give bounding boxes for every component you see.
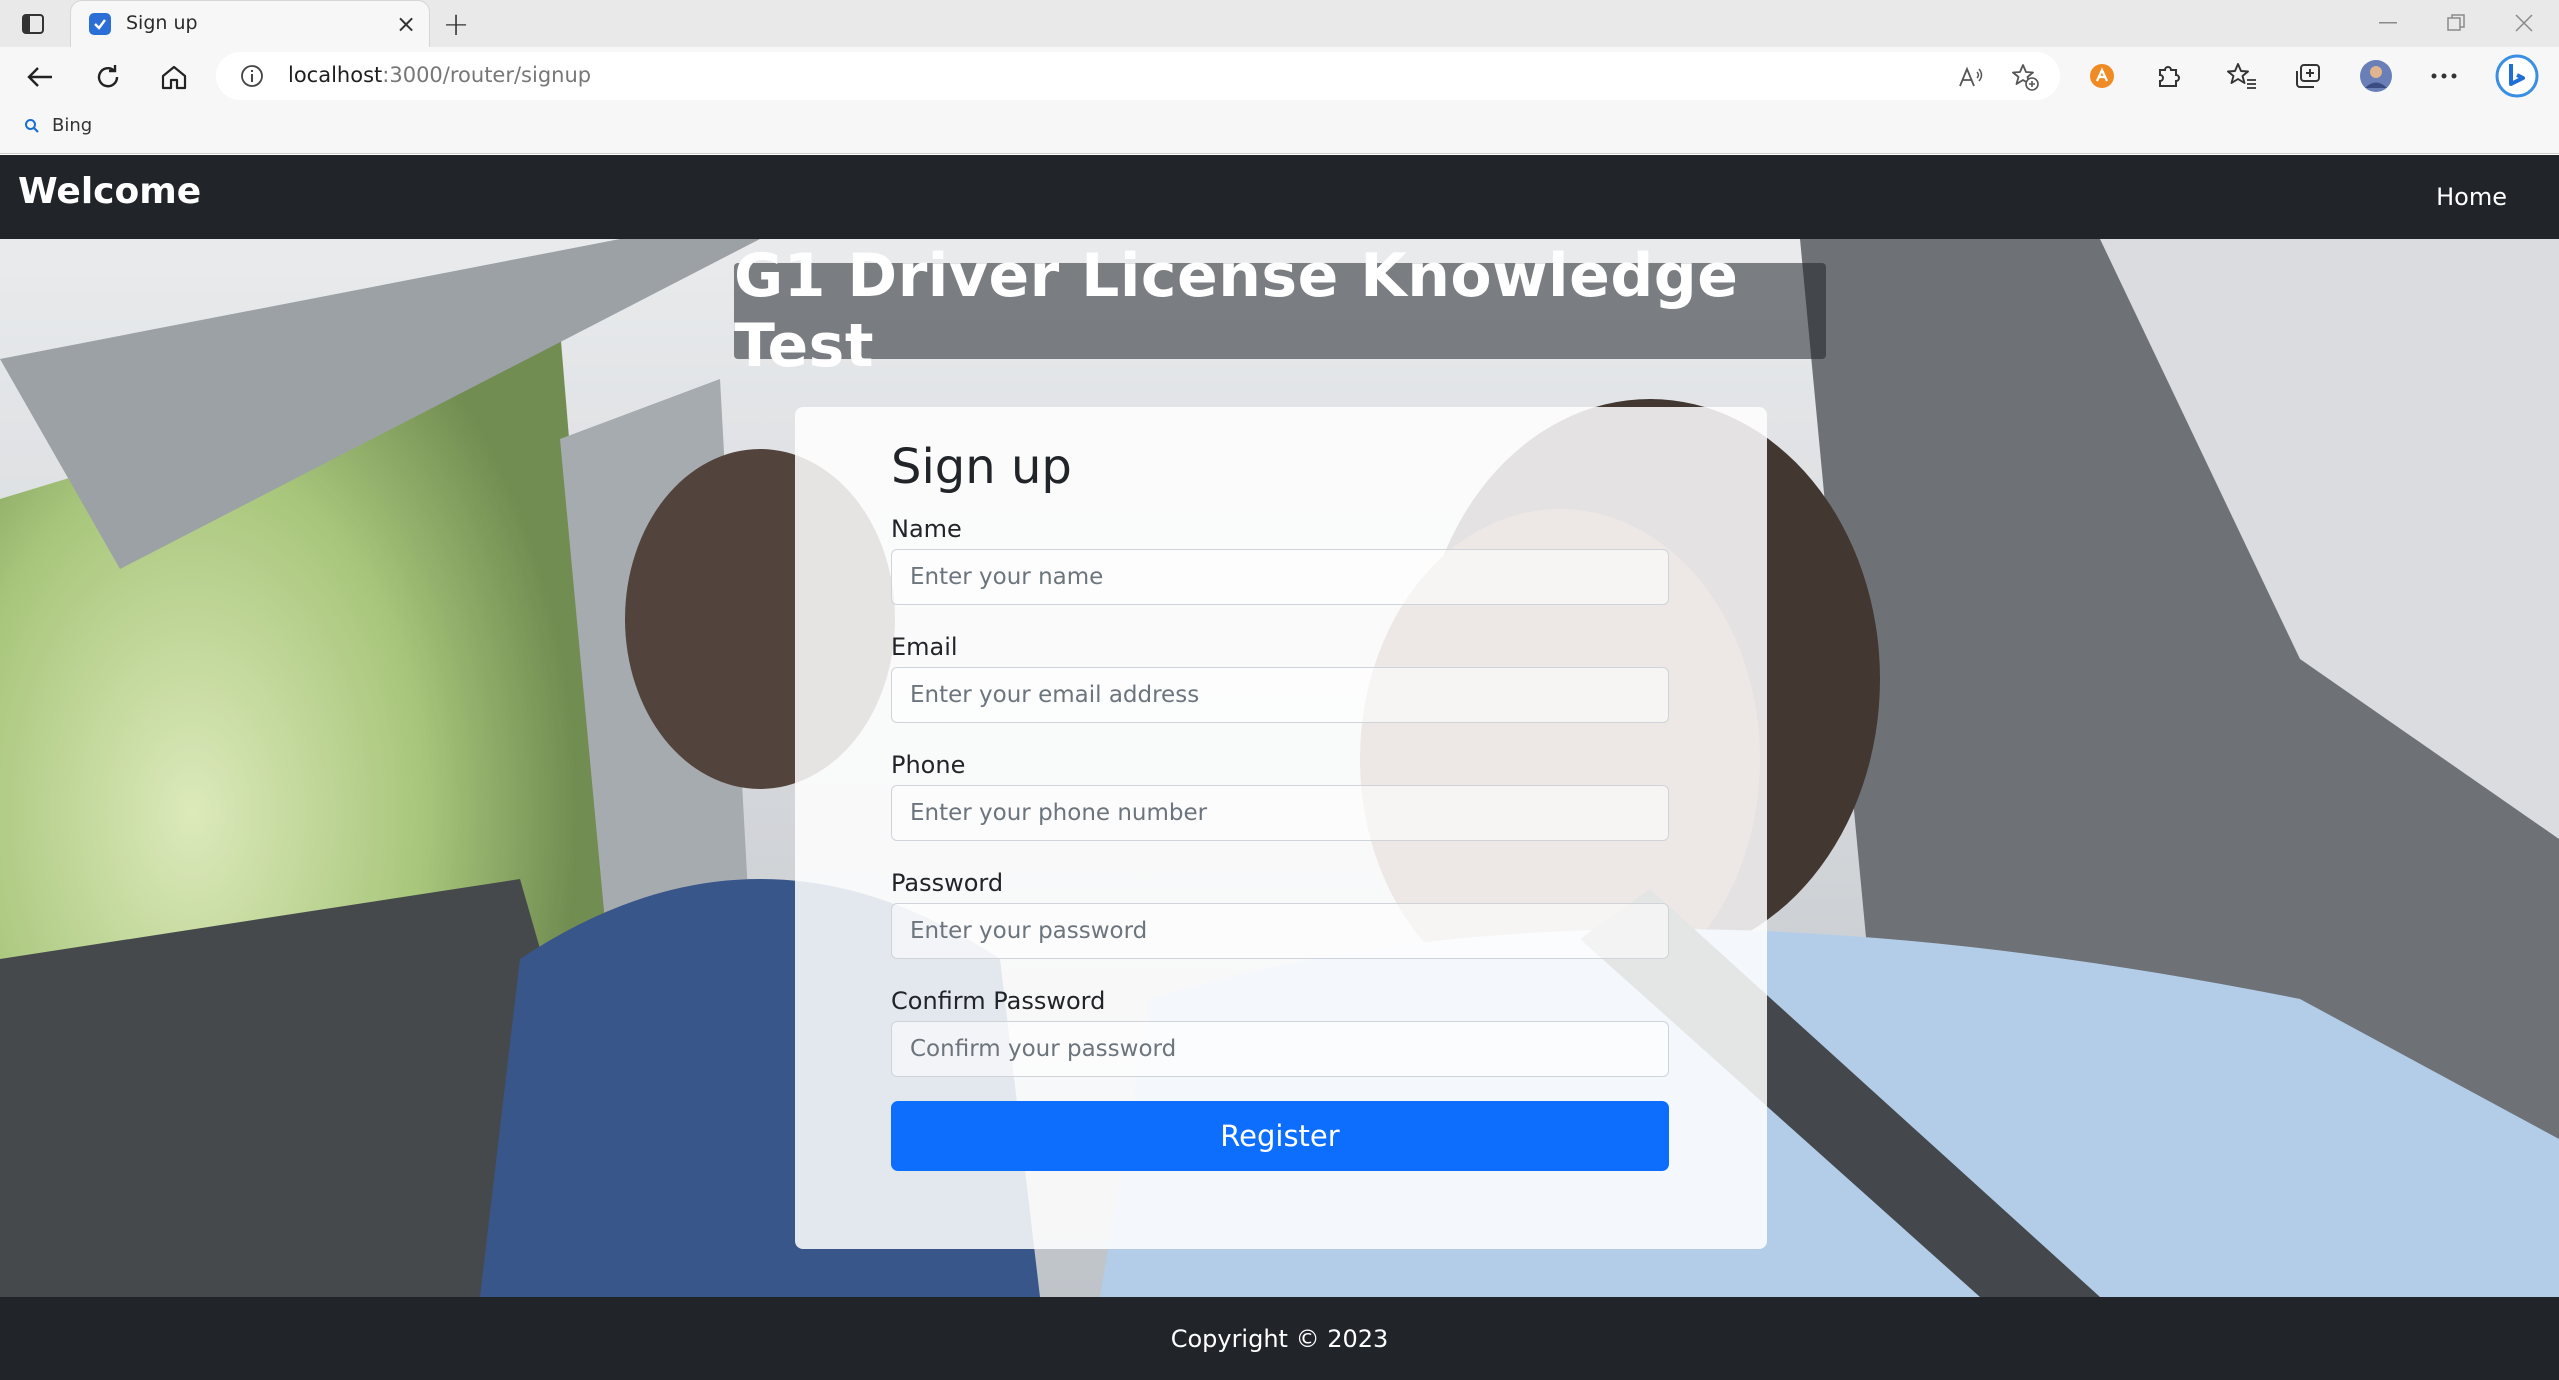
- signup-form: Sign up Name Email Phone Password: [891, 435, 1669, 1171]
- confirm-password-input[interactable]: [891, 1021, 1669, 1077]
- page-headline: G1 Driver License Knowledge Test: [734, 241, 1739, 381]
- address-bar[interactable]: localhost:3000/router/signup: [216, 52, 2060, 100]
- name-input[interactable]: [891, 549, 1669, 605]
- confirm-password-field-group: Confirm Password: [891, 981, 1669, 1077]
- window-close-icon[interactable]: [2504, 8, 2544, 38]
- close-icon[interactable]: ×: [393, 10, 419, 38]
- back-arrow-icon[interactable]: [22, 59, 58, 95]
- register-button[interactable]: Register: [891, 1101, 1669, 1171]
- signup-card: Sign up Name Email Phone Password: [795, 407, 1767, 1249]
- favorite-bing[interactable]: Bing: [24, 115, 92, 136]
- name-field-group: Name: [891, 509, 1669, 605]
- info-icon[interactable]: [240, 64, 264, 88]
- collections-icon[interactable]: [2290, 58, 2326, 94]
- browser-toolbar: localhost:3000/router/signup: [0, 47, 2559, 105]
- profile-avatar[interactable]: [2358, 58, 2394, 94]
- email-label: Email: [891, 633, 958, 661]
- hero-section: G1 Driver License Knowledge Test Sign up…: [0, 239, 2559, 1297]
- favorites-bar: Bing: [0, 105, 2559, 154]
- tab-actions-icon[interactable]: [18, 10, 48, 37]
- browser-tab[interactable]: Sign up ×: [70, 0, 430, 47]
- password-label: Password: [891, 869, 1004, 897]
- favorite-label: Bing: [52, 115, 93, 136]
- search-icon: [25, 118, 39, 133]
- password-field-group: Password: [891, 863, 1669, 959]
- home-icon[interactable]: [156, 59, 192, 95]
- email-input[interactable]: [891, 667, 1669, 723]
- read-aloud-icon[interactable]: [1956, 62, 1986, 92]
- restore-icon[interactable]: [2436, 8, 2476, 38]
- email-field-group: Email: [891, 627, 1669, 723]
- url-path: :3000/router/signup: [382, 63, 592, 87]
- minimize-icon[interactable]: [2368, 8, 2408, 38]
- url-host: localhost: [288, 63, 383, 87]
- add-favorite-icon[interactable]: [2010, 62, 2040, 92]
- puzzle-icon[interactable]: [2150, 58, 2186, 94]
- tab-title: Sign up: [126, 12, 198, 34]
- name-label: Name: [891, 515, 962, 543]
- plus-icon[interactable]: +: [440, 5, 472, 43]
- phone-input[interactable]: [891, 785, 1669, 841]
- bing-copilot-icon[interactable]: [2494, 53, 2540, 99]
- phone-field-group: Phone: [891, 745, 1669, 841]
- password-input[interactable]: [891, 903, 1669, 959]
- nav-link-home[interactable]: Home: [2436, 183, 2507, 211]
- site-footer: Copyright © 2023: [0, 1297, 2559, 1380]
- task-favicon: [89, 13, 111, 35]
- browser-tab-strip: Sign up × +: [0, 0, 2559, 47]
- confirm-password-label: Confirm Password: [891, 987, 1106, 1015]
- site-navbar: Welcome Home: [0, 155, 2559, 239]
- web-page: Welcome Home G1 Driver License Knowledge…: [0, 155, 2559, 1380]
- more-icon[interactable]: [2426, 58, 2462, 94]
- copyright-text: Copyright © 2023: [1170, 1324, 1389, 1353]
- form-title: Sign up: [891, 439, 1072, 495]
- favorites-icon[interactable]: [2224, 58, 2260, 94]
- url-text[interactable]: localhost:3000/router/signup: [288, 63, 591, 87]
- navbar-brand[interactable]: Welcome: [18, 171, 201, 212]
- refresh-icon[interactable]: [90, 59, 126, 95]
- phone-label: Phone: [891, 751, 966, 779]
- extension-badge-icon[interactable]: [2084, 58, 2120, 94]
- headline-banner: G1 Driver License Knowledge Test: [734, 241, 1826, 381]
